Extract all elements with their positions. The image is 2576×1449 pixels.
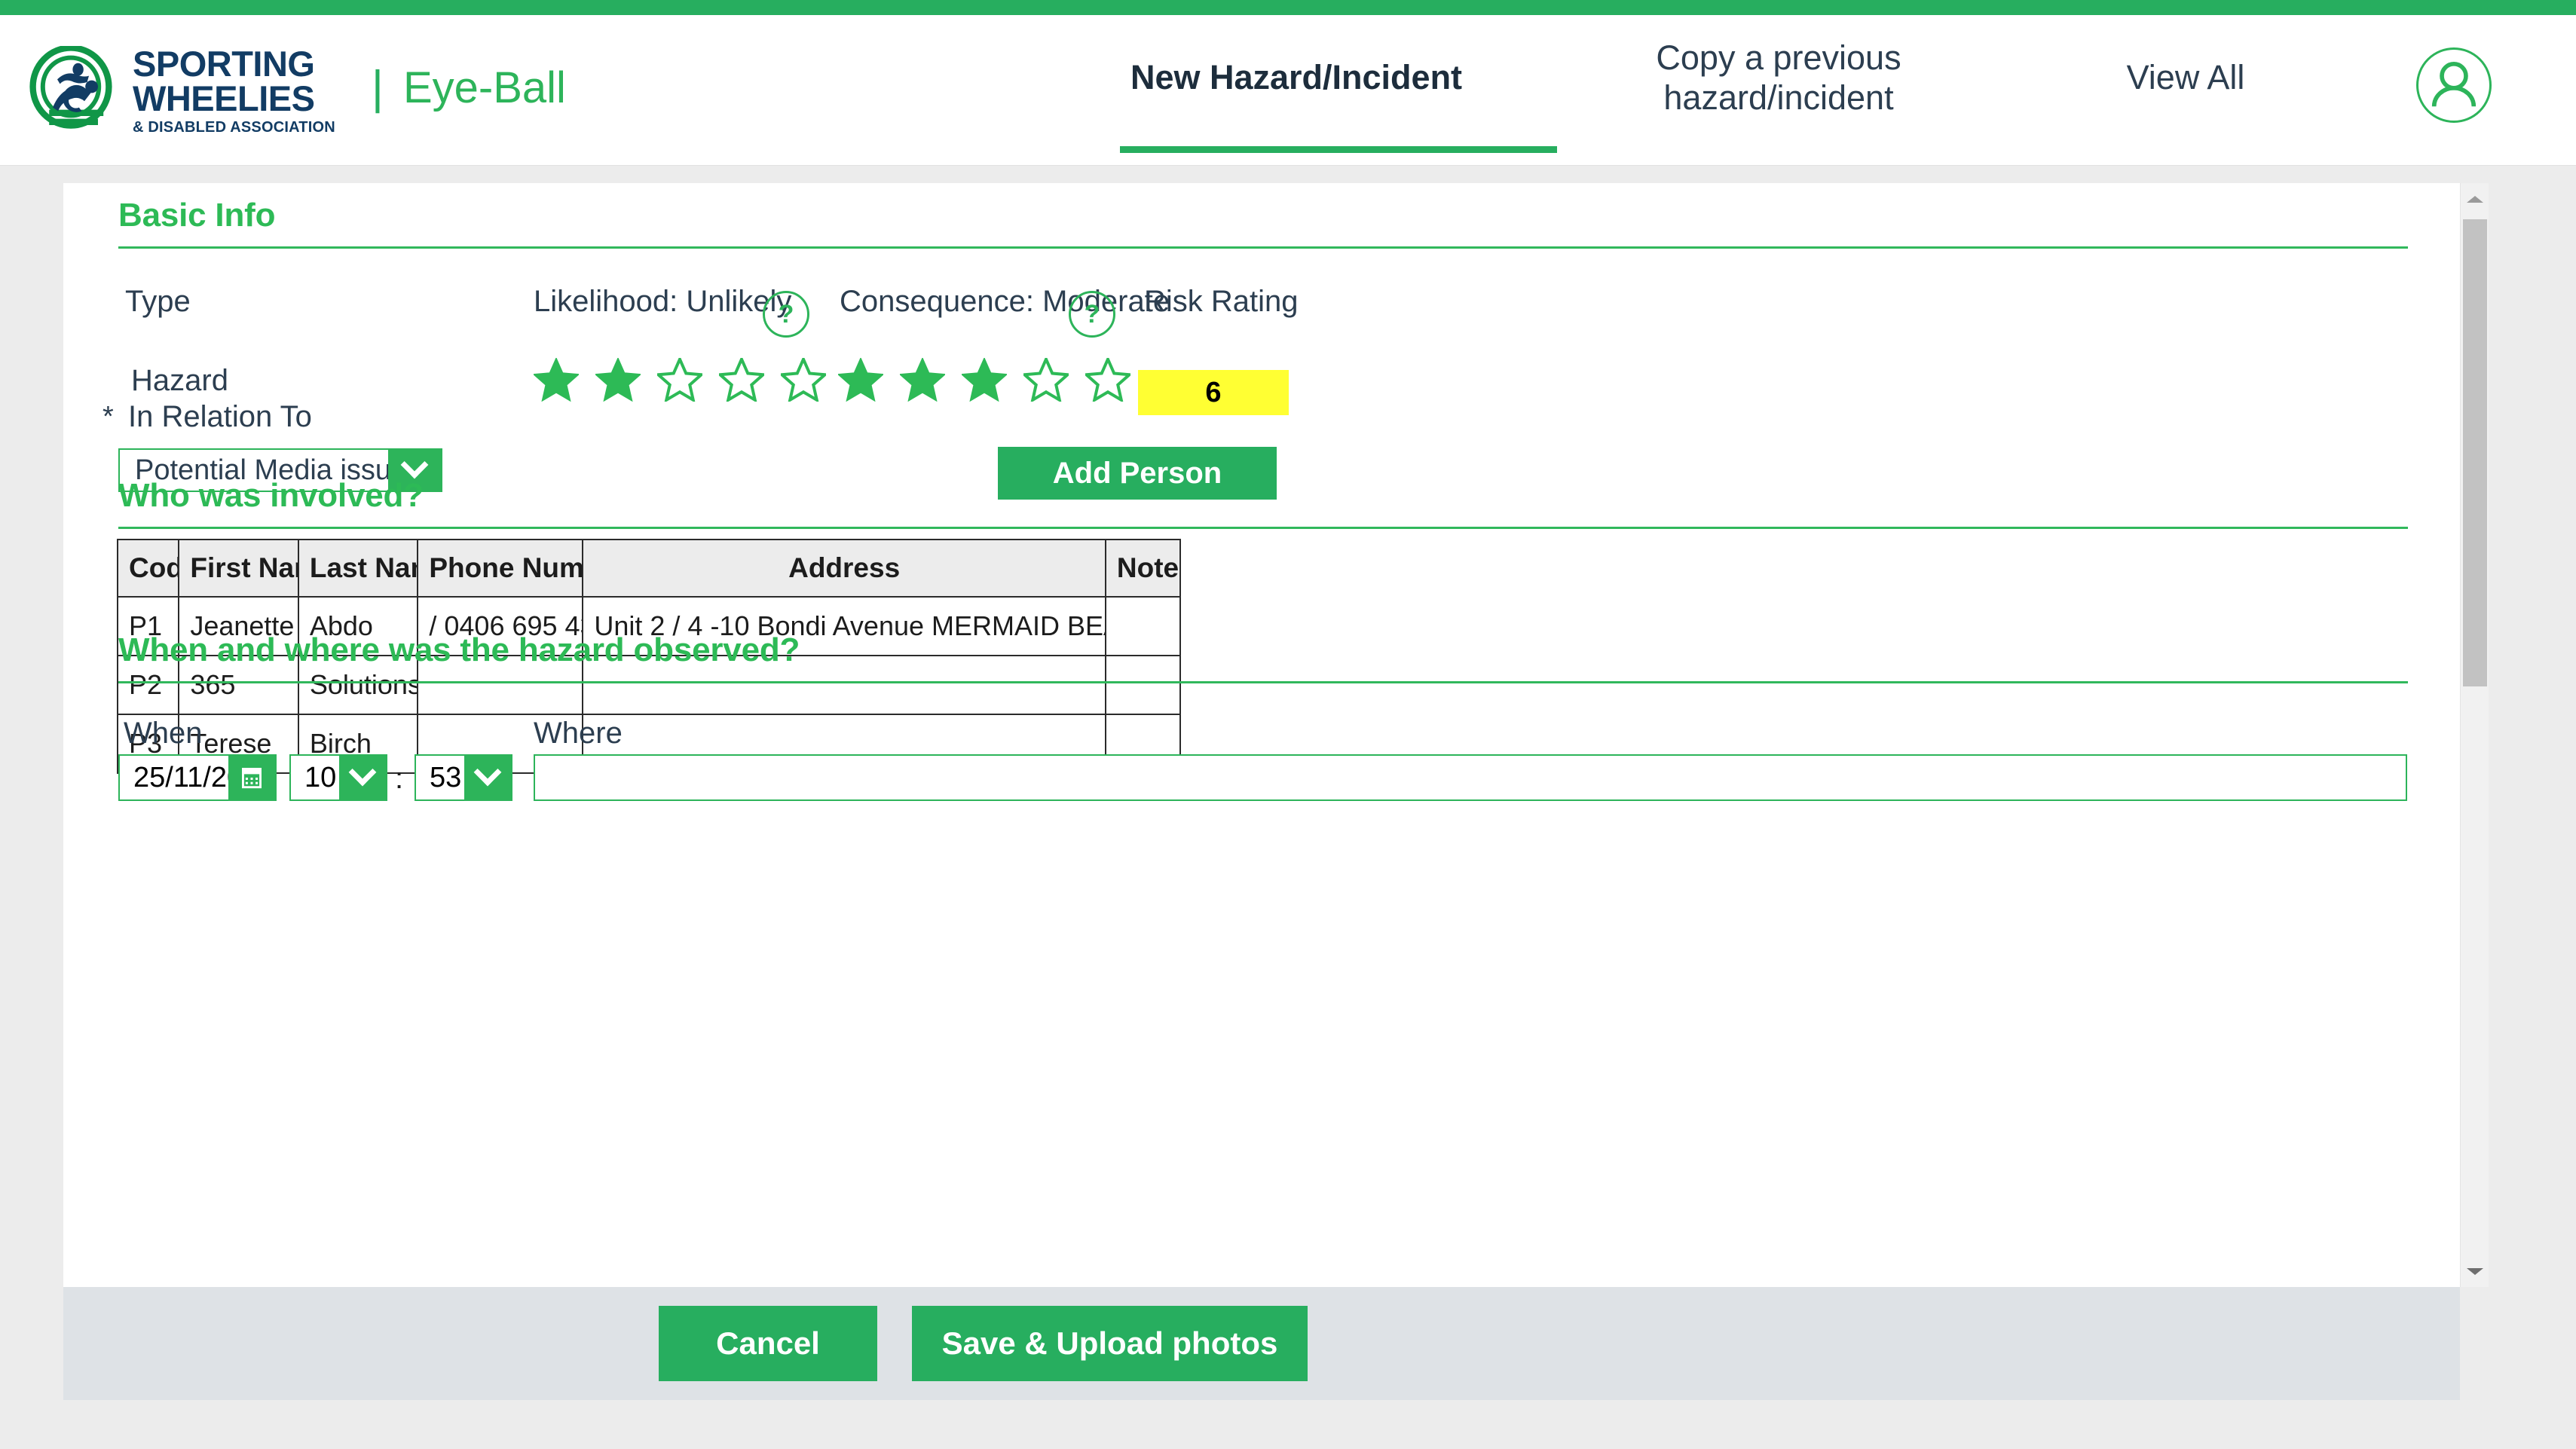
table-column-header-last-name: Last Name xyxy=(297,539,419,598)
form-card: Basic Info Type Hazard Likelihood: Unlik… xyxy=(63,183,2489,1287)
hour-dropdown-button[interactable] xyxy=(339,756,386,799)
risk-rating-label: Risk Rating xyxy=(1144,285,1299,318)
chevron-down-icon xyxy=(473,758,502,787)
calendar-icon xyxy=(242,768,262,789)
main-nav: New Hazard/Incident Copy a previous haza… xyxy=(1085,30,2464,166)
where-input[interactable] xyxy=(534,754,2407,801)
scrollbar-thumb[interactable] xyxy=(2463,219,2487,686)
likelihood-star-rating[interactable] xyxy=(534,358,826,402)
form-scroll-region: Basic Info Type Hazard Likelihood: Unlik… xyxy=(63,183,2460,1287)
date-input-value: 25/11/2021 xyxy=(133,761,228,793)
minute-dropdown-button[interactable] xyxy=(464,756,511,799)
type-label: Type xyxy=(125,285,191,318)
star-filled-icon[interactable] xyxy=(838,358,883,402)
chevron-down-icon xyxy=(348,758,377,787)
nav-item-new-hazard-incident[interactable]: New Hazard/Incident xyxy=(1085,57,1507,97)
nav-item-copy-previous-line1: Copy a previous xyxy=(1656,38,1901,77)
chevron-down-icon xyxy=(400,451,429,479)
likelihood-label: Likelihood: Unlikely xyxy=(534,285,792,318)
star-filled-icon[interactable] xyxy=(900,358,945,402)
consequence-star-rating[interactable] xyxy=(838,358,1130,402)
type-value: Hazard xyxy=(131,364,228,397)
brand-wordmark: SPORTING WHEELIES & DISABLED ASSOCIATION xyxy=(133,43,335,136)
table-cell-notes xyxy=(1104,655,1182,715)
vertical-scrollbar[interactable] xyxy=(2460,183,2489,1287)
star-filled-icon[interactable] xyxy=(962,358,1007,402)
save-upload-photos-button[interactable]: Save & Upload photos xyxy=(912,1306,1308,1381)
nav-active-underline xyxy=(1120,146,1557,153)
nav-item-copy-previous[interactable]: Copy a previous hazard/incident xyxy=(1568,38,1990,118)
table-column-header-notes: Notes xyxy=(1104,539,1182,598)
section-heading-when-where: When and where was the hazard observed? xyxy=(118,631,800,668)
nav-item-view-all[interactable]: View All xyxy=(2027,57,2344,97)
brand-logo-group: SPORTING WHEELIES & DISABLED ASSOCIATION… xyxy=(26,21,566,160)
time-separator: : xyxy=(395,762,404,795)
app-header: SPORTING WHEELIES & DISABLED ASSOCIATION… xyxy=(0,15,2576,166)
star-filled-icon[interactable] xyxy=(534,358,579,402)
section-heading-who-involved: Who was involved? xyxy=(118,477,424,514)
when-label: When xyxy=(124,717,203,750)
star-empty-icon[interactable] xyxy=(1085,358,1130,402)
in-relation-to-label: In Relation To xyxy=(128,400,312,433)
section-rule-who-involved xyxy=(118,527,2408,529)
table-column-header-code: Code xyxy=(116,539,180,598)
hour-select[interactable]: 10 xyxy=(289,754,387,801)
star-empty-icon[interactable] xyxy=(1023,358,1069,402)
minute-select-value: 53 xyxy=(430,761,462,793)
in-relation-to-required-marker: * xyxy=(102,401,114,433)
consequence-help-icon[interactable]: ? xyxy=(1069,291,1115,338)
table-column-header-phone-number: Phone Number xyxy=(417,539,584,598)
star-empty-icon[interactable] xyxy=(657,358,702,402)
section-rule-when-where xyxy=(118,681,2408,683)
nav-item-view-all-label: View All xyxy=(2126,58,2245,96)
table-column-header-first-name: First Name xyxy=(178,539,299,598)
section-heading-basic-info: Basic Info xyxy=(118,197,276,234)
section-rule-basic-info xyxy=(118,246,2408,249)
minute-select[interactable]: 53 xyxy=(415,754,512,801)
brand-line-3: & DISABLED ASSOCIATION xyxy=(133,119,335,136)
brand-line-2: WHEELIES xyxy=(133,78,315,118)
star-empty-icon[interactable] xyxy=(781,358,826,402)
table-column-header-address: Address xyxy=(582,539,1106,598)
calendar-picker-button[interactable] xyxy=(228,756,275,799)
user-avatar[interactable] xyxy=(2416,47,2492,123)
brand-divider: | xyxy=(371,61,384,114)
product-name: Eye-Ball xyxy=(402,63,566,112)
top-accent-bar xyxy=(0,0,2576,15)
user-avatar-icon xyxy=(2431,61,2477,107)
nav-item-new-hazard-incident-label: New Hazard/Incident xyxy=(1130,58,1463,96)
table-cell-notes xyxy=(1104,596,1182,656)
cancel-button[interactable]: Cancel xyxy=(659,1306,877,1381)
star-empty-icon[interactable] xyxy=(719,358,764,402)
risk-rating-value: 6 xyxy=(1138,370,1289,415)
scroll-down-arrow-icon[interactable] xyxy=(2461,1257,2489,1285)
date-input[interactable]: 25/11/2021 xyxy=(118,754,277,801)
table-header-row: CodeFirst NameLast NamePhone NumberAddre… xyxy=(116,539,1182,598)
hour-select-value: 10 xyxy=(304,761,337,793)
scroll-up-arrow-icon[interactable] xyxy=(2461,185,2489,213)
brand-line-1: SPORTING xyxy=(133,43,315,84)
nav-item-copy-previous-line2: hazard/incident xyxy=(1663,78,1894,118)
form-action-bar: Cancel Save & Upload photos xyxy=(63,1287,2460,1400)
where-label: Where xyxy=(534,717,623,750)
likelihood-help-icon[interactable]: ? xyxy=(763,291,809,338)
add-person-button[interactable]: Add Person xyxy=(998,447,1277,500)
star-filled-icon[interactable] xyxy=(595,358,641,402)
consequence-label: Consequence: Moderate xyxy=(840,285,1170,318)
sporting-wheelies-logo-icon xyxy=(29,45,112,129)
